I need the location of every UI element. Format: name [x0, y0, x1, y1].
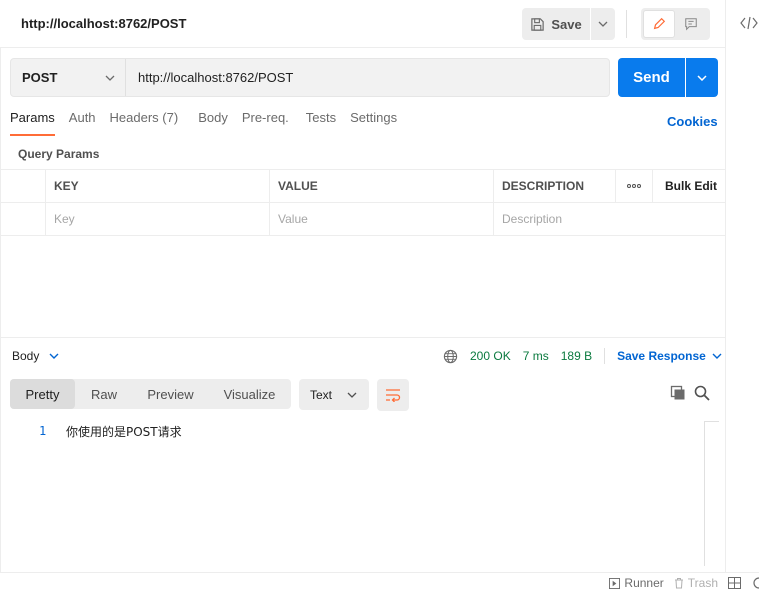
mode-toggle	[641, 8, 710, 40]
query-params-title: Query Params	[18, 147, 100, 161]
help-icon	[753, 577, 759, 589]
edit-mode-button[interactable]	[643, 10, 675, 38]
bulk-edit-button[interactable]: Bulk Edit	[653, 170, 725, 202]
view-visualize[interactable]: Visualize	[208, 379, 291, 409]
runner-label: Runner	[624, 576, 664, 590]
tab-settings[interactable]: Settings	[350, 110, 397, 136]
send-group: Send	[618, 58, 718, 97]
globe-icon[interactable]	[443, 349, 458, 364]
toolbar-divider	[626, 10, 627, 38]
method-select[interactable]: POST	[11, 59, 126, 96]
response-size[interactable]: 189 B	[561, 349, 592, 363]
response-time[interactable]: 7 ms	[523, 349, 549, 363]
help-button[interactable]	[751, 577, 759, 589]
save-button[interactable]: Save	[522, 8, 590, 40]
request-title[interactable]: http://localhost:8762/POST	[21, 16, 186, 31]
chevron-down-icon	[697, 74, 707, 81]
trash-label: Trash	[687, 576, 718, 590]
chevron-down-icon	[49, 353, 59, 359]
layout-toggle-button[interactable]	[728, 577, 741, 589]
chevron-down-icon	[105, 75, 115, 81]
send-options-button[interactable]	[686, 58, 718, 97]
comment-icon	[685, 18, 697, 31]
chevron-down-icon	[598, 21, 608, 27]
more-options-button[interactable]	[616, 170, 653, 202]
save-icon	[531, 17, 545, 31]
save-response-button[interactable]: Save Response	[617, 349, 722, 363]
save-label: Save	[551, 16, 582, 32]
response-stats: 200 OK 7 ms 189 B Save Response	[443, 348, 722, 364]
cookies-link[interactable]: Cookies	[667, 114, 718, 129]
trash-icon	[674, 578, 683, 589]
comment-mode-button[interactable]	[675, 10, 707, 38]
value-input[interactable]: Value	[270, 203, 494, 235]
view-raw[interactable]: Raw	[75, 379, 133, 409]
chevron-down-icon	[347, 392, 357, 398]
request-header: http://localhost:8762/POST Save	[0, 0, 725, 48]
response-body-label: Body	[12, 349, 40, 363]
key-column-header: KEY	[46, 170, 270, 202]
method-label: POST	[22, 70, 58, 85]
response-line: 你使用的是POST请求	[66, 425, 182, 439]
tab-auth[interactable]: Auth	[69, 110, 96, 136]
tab-body[interactable]: Body	[198, 110, 228, 136]
key-input[interactable]: Key	[46, 203, 270, 235]
table-header-row: KEY VALUE DESCRIPTION Bulk Edit	[1, 170, 725, 203]
row-checkbox[interactable]	[1, 203, 46, 235]
response-bar: Body 200 OK 7 ms 189 B Save Response	[1, 337, 725, 373]
pencil-icon	[653, 17, 666, 30]
runner-icon	[609, 577, 621, 589]
response-body-editor[interactable]: 1 你使用的是POST请求	[1, 421, 725, 571]
send-button[interactable]: Send	[618, 58, 685, 97]
tab-pre-request[interactable]: Pre-req.	[242, 110, 289, 136]
save-response-label: Save Response	[617, 349, 706, 363]
description-column-header: DESCRIPTION	[494, 170, 616, 202]
save-group: Save	[522, 8, 615, 40]
status-bar: Runner Trash	[0, 572, 759, 593]
params-table: KEY VALUE DESCRIPTION Bulk Edit Key Valu…	[1, 169, 725, 236]
code-snippet-icon[interactable]	[740, 15, 758, 34]
right-sidebar	[725, 0, 759, 572]
two-pane-icon	[728, 577, 741, 589]
copy-icon[interactable]	[670, 385, 686, 404]
wrap-icon	[386, 389, 401, 402]
response-view-tabs: Pretty Raw Preview Visualize	[10, 379, 291, 409]
checkbox-column-header	[1, 170, 46, 202]
runner-button[interactable]: Runner	[609, 576, 664, 590]
save-options-button[interactable]	[591, 8, 615, 40]
format-label: Text	[310, 387, 333, 402]
view-preview[interactable]: Preview	[133, 379, 208, 409]
format-select[interactable]: Text	[299, 379, 369, 410]
description-input[interactable]: Description	[494, 203, 725, 235]
tab-headers[interactable]: Headers (7)	[110, 110, 179, 136]
response-body-select[interactable]: Body	[12, 349, 59, 363]
search-icon[interactable]	[694, 385, 710, 404]
line-number: 1	[39, 424, 47, 438]
table-row: Key Value Description	[1, 203, 725, 236]
tab-tests[interactable]: Tests	[306, 110, 336, 136]
url-input[interactable]	[126, 59, 609, 96]
stats-divider	[604, 348, 606, 364]
more-icon	[627, 184, 641, 188]
tab-params[interactable]: Params	[10, 110, 55, 136]
scrollbar[interactable]	[704, 421, 719, 566]
status-code[interactable]: 200 OK	[470, 349, 511, 363]
value-column-header: VALUE	[270, 170, 494, 202]
request-tabs: Params Auth Headers (7) Body Pre-req. Te…	[10, 110, 411, 138]
url-bar: POST	[10, 58, 610, 97]
trash-button[interactable]: Trash	[674, 576, 718, 590]
chevron-down-icon	[712, 353, 722, 359]
wrap-lines-button[interactable]	[377, 379, 409, 411]
view-pretty[interactable]: Pretty	[10, 379, 75, 409]
